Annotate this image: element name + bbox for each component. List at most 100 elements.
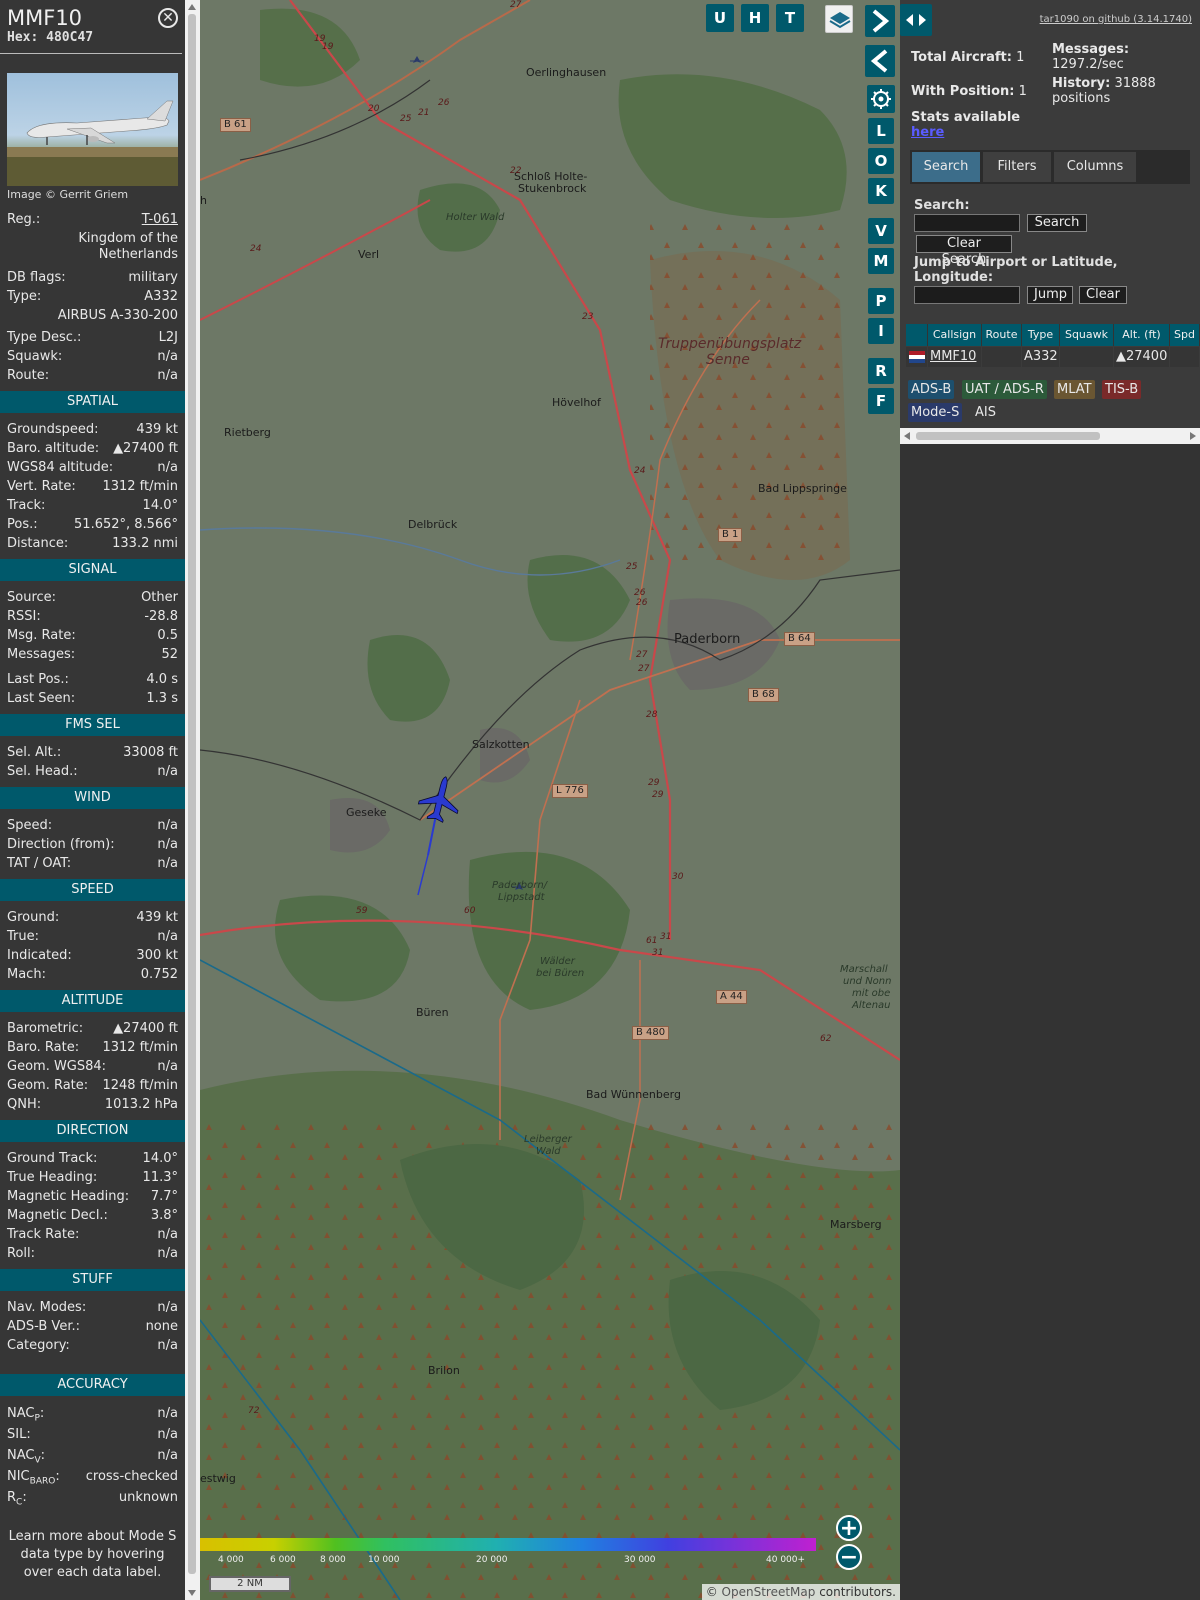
map-button-t[interactable]: T <box>776 4 804 32</box>
info-row-label[interactable]: DB flags: <box>7 268 66 287</box>
info-row-label[interactable]: Baro. altitude: <box>7 439 99 458</box>
scroll-right-icon[interactable] <box>1190 432 1196 440</box>
attribution-prefix: © <box>705 1585 722 1599</box>
close-icon[interactable]: ✕ <box>158 8 178 28</box>
scroll-down-icon[interactable] <box>188 1590 196 1596</box>
table-horizontal-scrollbar[interactable] <box>900 428 1200 444</box>
map-button-l[interactable]: L <box>868 118 894 144</box>
clear-search-button[interactable]: Clear Search <box>916 235 1012 267</box>
map-button-o[interactable]: O <box>868 148 894 174</box>
info-row-label[interactable]: Ground: <box>7 908 59 927</box>
aircraft-photo[interactable] <box>7 73 178 186</box>
map-button-u[interactable]: U <box>706 4 734 32</box>
row-callsign[interactable]: MMF10 <box>928 347 982 367</box>
chevron-left-icon[interactable] <box>865 45 895 77</box>
info-row-label[interactable]: Roll: <box>7 1244 35 1263</box>
info-row-value[interactable]: T-061 <box>142 210 178 229</box>
search-input[interactable] <box>914 214 1020 232</box>
zoom-out-button[interactable]: − <box>836 1544 862 1570</box>
info-row-label[interactable]: Ground Track: <box>7 1149 97 1168</box>
column-speed[interactable]: Spd <box>1170 324 1200 346</box>
scrollbar-thumb[interactable] <box>188 14 196 1574</box>
info-row-label[interactable]: Vert. Rate: <box>7 477 76 496</box>
table-row[interactable]: MMF10 A332 ▲27400 <box>906 347 1200 367</box>
accuracy-row-label[interactable]: SIL: <box>7 1424 31 1445</box>
jump-input[interactable] <box>914 286 1020 304</box>
info-row-label[interactable]: Distance: <box>7 534 68 553</box>
info-row-label[interactable]: Type Desc.: <box>7 328 81 347</box>
info-row-label[interactable]: Last Seen: <box>7 689 75 708</box>
scroll-up-icon[interactable] <box>188 4 196 10</box>
info-row-label[interactable]: Route: <box>7 366 49 385</box>
accuracy-row-label[interactable]: RC: <box>7 1487 27 1508</box>
info-row-label[interactable]: Indicated: <box>7 946 72 965</box>
jump-button[interactable]: Jump <box>1027 286 1073 304</box>
zoom-in-button[interactable]: + <box>836 1515 862 1541</box>
accuracy-row-label[interactable]: NACV: <box>7 1445 45 1466</box>
info-row-label[interactable]: Magnetic Decl.: <box>7 1206 108 1225</box>
info-row-label[interactable]: ADS-B Ver.: <box>7 1317 80 1336</box>
info-row-label[interactable]: Geom. WGS84: <box>7 1057 106 1076</box>
info-row-label[interactable]: Reg.: <box>7 210 40 229</box>
info-row-label[interactable]: Squawk: <box>7 347 62 366</box>
gear-icon[interactable] <box>867 85 895 113</box>
map-button-v[interactable]: V <box>868 218 894 244</box>
info-row-label[interactable]: Msg. Rate: <box>7 626 76 645</box>
column-route[interactable]: Route <box>982 324 1022 346</box>
map-button-p[interactable]: P <box>868 288 894 314</box>
map-button-m[interactable]: M <box>868 248 894 274</box>
stats-here-link[interactable]: here <box>911 125 944 140</box>
map-button-k[interactable]: K <box>868 178 894 204</box>
map-button-i[interactable]: I <box>868 318 894 344</box>
info-row-label[interactable]: Barometric: <box>7 1019 83 1038</box>
info-row-label[interactable]: Geom. Rate: <box>7 1076 88 1095</box>
chevron-right-icon[interactable] <box>865 5 895 37</box>
tab-columns[interactable]: Columns <box>1054 152 1136 182</box>
map-button-f[interactable]: F <box>868 388 894 414</box>
accuracy-row-label[interactable]: NACP: <box>7 1403 44 1424</box>
info-row-label[interactable]: Type: <box>7 287 41 306</box>
info-row-label[interactable]: True Heading: <box>7 1168 97 1187</box>
info-row-label[interactable]: True: <box>7 927 39 946</box>
clear-jump-button[interactable]: Clear <box>1079 286 1127 304</box>
map-view[interactable]: Oerlinghausen Schloß Holte- Stukenbrock Hol… <box>200 0 900 1600</box>
info-row-label[interactable]: Direction (from): <box>7 835 115 854</box>
info-row-label[interactable]: Nav. Modes: <box>7 1298 86 1317</box>
map-button-r[interactable]: R <box>868 358 894 384</box>
horizontal-scrollbar-thumb[interactable] <box>916 432 1100 440</box>
column-callsign[interactable]: Callsign <box>928 324 982 346</box>
info-row-label[interactable]: QNH: <box>7 1095 41 1114</box>
info-row-label[interactable]: Magnetic Heading: <box>7 1187 129 1206</box>
info-row-label[interactable]: Pos.: <box>7 515 38 534</box>
expand-collapse-icon[interactable] <box>900 4 932 36</box>
info-row-label[interactable]: Speed: <box>7 816 52 835</box>
info-row-label[interactable]: TAT / OAT: <box>7 854 71 873</box>
info-row-label[interactable]: Groundspeed: <box>7 420 98 439</box>
info-row-label[interactable]: RSSI: <box>7 607 41 626</box>
map-button-h[interactable]: H <box>741 4 769 32</box>
info-row-label[interactable]: Source: <box>7 588 56 607</box>
info-row-label[interactable]: Last Pos.: <box>7 670 69 689</box>
info-row-label[interactable]: Messages: <box>7 645 75 664</box>
scroll-left-icon[interactable] <box>904 432 910 440</box>
info-row-label[interactable]: Mach: <box>7 965 46 984</box>
accuracy-row-label[interactable]: NICBARO: <box>7 1466 60 1487</box>
column-squawk[interactable]: Squawk <box>1060 324 1114 346</box>
tab-filters[interactable]: Filters <box>983 152 1051 182</box>
layers-icon[interactable] <box>825 5 853 33</box>
info-row-label[interactable]: Sel. Head.: <box>7 762 78 781</box>
tab-search[interactable]: Search <box>912 152 980 182</box>
info-row-label[interactable]: WGS84 altitude: <box>7 458 113 477</box>
info-row-label[interactable]: Category: <box>7 1336 70 1355</box>
column-type[interactable]: Type <box>1022 324 1060 346</box>
github-link[interactable]: tar1090 on github (3.14.1740) <box>1040 14 1192 25</box>
info-row-label[interactable]: Track: <box>7 496 45 515</box>
info-panel-scrollbar[interactable] <box>185 0 200 1600</box>
info-row-label[interactable]: Baro. Rate: <box>7 1038 79 1057</box>
info-row-label[interactable]: Track Rate: <box>7 1225 79 1244</box>
search-button[interactable]: Search <box>1027 214 1087 232</box>
column-flag[interactable] <box>906 324 928 346</box>
column-altitude[interactable]: Alt. (ft) <box>1114 324 1170 346</box>
openstreetmap-link[interactable]: OpenStreetMap <box>722 1585 816 1599</box>
info-row-label[interactable]: Sel. Alt.: <box>7 743 61 762</box>
